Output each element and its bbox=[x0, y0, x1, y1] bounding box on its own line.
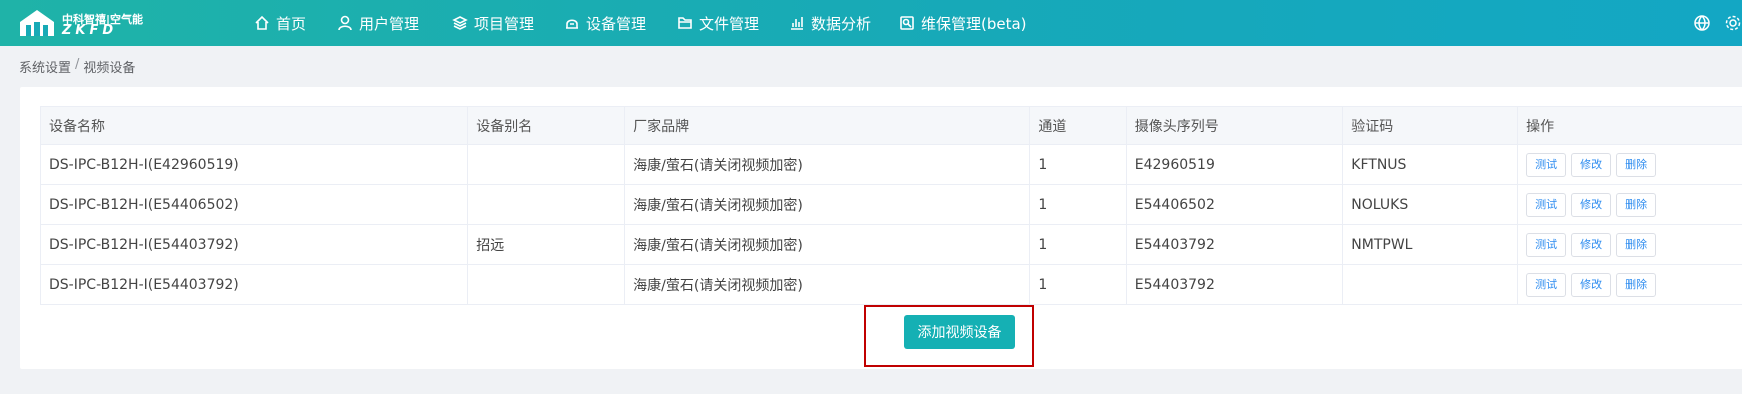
nav-label: 文件管理 bbox=[699, 14, 760, 33]
test-button[interactable]: 测试 bbox=[1526, 152, 1567, 177]
cell-serial: E42960519 bbox=[1125, 144, 1344, 185]
cell-device-alias bbox=[467, 144, 626, 185]
home-icon bbox=[255, 15, 269, 30]
nav-label: 首页 bbox=[276, 14, 307, 33]
breadcrumb: 系统设置 / 视频设备 bbox=[19, 57, 135, 76]
language-button[interactable] bbox=[1693, 14, 1711, 32]
test-button[interactable]: 测试 bbox=[1526, 192, 1567, 217]
settings-button[interactable] bbox=[1724, 14, 1742, 32]
settings-icon bbox=[1725, 15, 1741, 31]
nav-label: 项目管理 bbox=[474, 14, 535, 33]
cell-brand: 海康/萤石(请关闭视频加密) bbox=[624, 184, 1031, 225]
folder-icon bbox=[678, 17, 692, 29]
cell-device-alias bbox=[467, 264, 626, 305]
test-button[interactable]: 测试 bbox=[1526, 232, 1567, 257]
nav-label: 维保管理(beta) bbox=[921, 14, 1027, 33]
chart-icon bbox=[791, 17, 803, 30]
globe-icon bbox=[1694, 15, 1710, 31]
edit-button[interactable]: 修改 bbox=[1571, 272, 1612, 297]
nav-label: 数据分析 bbox=[811, 14, 872, 33]
top-navbar: 中科智禧|空气能 ZKFD 首页 用户管理 项目管理 设备管理 文件管理 数据分… bbox=[0, 0, 1742, 46]
cell-brand: 海康/萤石(请关闭视频加密) bbox=[624, 224, 1031, 265]
brand-en: ZKFD bbox=[62, 23, 118, 38]
cell-device-name: DS-IPC-B12H-I(E54403792) bbox=[39, 264, 469, 305]
cell-brand: 海康/萤石(请关闭视频加密) bbox=[624, 264, 1031, 305]
table-row: DS-IPC-B12H-I(E54403792) 招远 海康/萤石(请关闭视频加… bbox=[39, 224, 1742, 265]
delete-button[interactable]: 删除 bbox=[1616, 192, 1657, 217]
table-row: DS-IPC-B12H-I(E54406502) 海康/萤石(请关闭视频加密) … bbox=[39, 184, 1742, 225]
breadcrumb-parent[interactable]: 系统设置 bbox=[19, 57, 71, 76]
cell-channel: 1 bbox=[1029, 264, 1127, 305]
layers-icon bbox=[452, 16, 468, 30]
cell-verify-code: NOLUKS bbox=[1342, 184, 1519, 225]
cell-verify-code bbox=[1342, 264, 1519, 305]
cell-channel: 1 bbox=[1029, 224, 1127, 265]
cell-serial: E54403792 bbox=[1125, 224, 1344, 265]
building-logo-icon bbox=[20, 10, 54, 36]
header-device-name: 设备名称 bbox=[39, 106, 469, 145]
cell-channel: 1 bbox=[1029, 144, 1127, 185]
cell-channel: 1 bbox=[1029, 184, 1127, 225]
cell-serial: E54403792 bbox=[1125, 264, 1344, 305]
cell-brand: 海康/萤石(请关闭视频加密) bbox=[624, 144, 1031, 185]
cell-actions: 测试 修改 删除 bbox=[1517, 264, 1742, 305]
delete-button[interactable]: 删除 bbox=[1616, 232, 1657, 257]
add-video-device-button[interactable]: 添加视频设备 bbox=[904, 315, 1015, 349]
header-channel: 通道 bbox=[1029, 106, 1127, 145]
cell-device-alias bbox=[467, 184, 626, 225]
delete-button[interactable]: 删除 bbox=[1616, 272, 1657, 297]
brand-logo[interactable]: 中科智禧|空气能 ZKFD bbox=[18, 8, 143, 38]
user-icon bbox=[338, 15, 352, 31]
test-button[interactable]: 测试 bbox=[1526, 272, 1567, 297]
cell-device-name: DS-IPC-B12H-I(E54406502) bbox=[39, 184, 469, 225]
cell-verify-code: KFTNUS bbox=[1342, 144, 1519, 185]
nav-item-maintenance[interactable]: 维保管理(beta) bbox=[899, 0, 1027, 46]
device-icon bbox=[566, 19, 578, 29]
breadcrumb-separator: / bbox=[75, 57, 80, 72]
cell-verify-code: NMTPWL bbox=[1342, 224, 1519, 265]
table-row: DS-IPC-B12H-I(E42960519) 海康/萤石(请关闭视频加密) … bbox=[39, 144, 1742, 185]
nav-item-projects[interactable]: 项目管理 bbox=[452, 0, 534, 46]
delete-button[interactable]: 删除 bbox=[1616, 152, 1657, 177]
cell-device-alias: 招远 bbox=[467, 224, 626, 265]
cell-device-name: DS-IPC-B12H-I(E42960519) bbox=[39, 144, 469, 185]
header-brand: 厂家品牌 bbox=[624, 106, 1031, 145]
nav-item-devices[interactable]: 设备管理 bbox=[564, 0, 646, 46]
cell-actions: 测试 修改 删除 bbox=[1517, 184, 1742, 225]
edit-button[interactable]: 修改 bbox=[1571, 152, 1612, 177]
table-row: DS-IPC-B12H-I(E54403792) 海康/萤石(请关闭视频加密) … bbox=[39, 264, 1742, 305]
table-header-row: 设备名称 设备别名 厂家品牌 通道 摄像头序列号 验证码 操作 bbox=[39, 106, 1742, 145]
nav-item-files[interactable]: 文件管理 bbox=[677, 0, 759, 46]
cell-actions: 测试 修改 删除 bbox=[1517, 224, 1742, 265]
header-device-alias: 设备别名 bbox=[467, 106, 626, 145]
maintenance-icon bbox=[900, 16, 914, 30]
video-device-table: 设备名称 设备别名 厂家品牌 通道 摄像头序列号 验证码 操作 DS-IPC-B… bbox=[39, 106, 1742, 305]
edit-button[interactable]: 修改 bbox=[1571, 232, 1612, 257]
header-verify-code: 验证码 bbox=[1342, 106, 1519, 145]
nav-item-home[interactable]: 首页 bbox=[254, 0, 306, 46]
edit-button[interactable]: 修改 bbox=[1571, 192, 1612, 217]
header-serial: 摄像头序列号 bbox=[1125, 106, 1344, 145]
nav-item-users[interactable]: 用户管理 bbox=[337, 0, 419, 46]
cell-actions: 测试 修改 删除 bbox=[1517, 144, 1742, 185]
header-actions: 操作 bbox=[1517, 106, 1742, 145]
nav-label: 设备管理 bbox=[586, 14, 647, 33]
nav-item-analytics[interactable]: 数据分析 bbox=[789, 0, 871, 46]
cell-device-name: DS-IPC-B12H-I(E54403792) bbox=[39, 224, 469, 265]
nav-label: 用户管理 bbox=[359, 14, 420, 33]
cell-serial: E54406502 bbox=[1125, 184, 1344, 225]
breadcrumb-current: 视频设备 bbox=[83, 61, 136, 76]
